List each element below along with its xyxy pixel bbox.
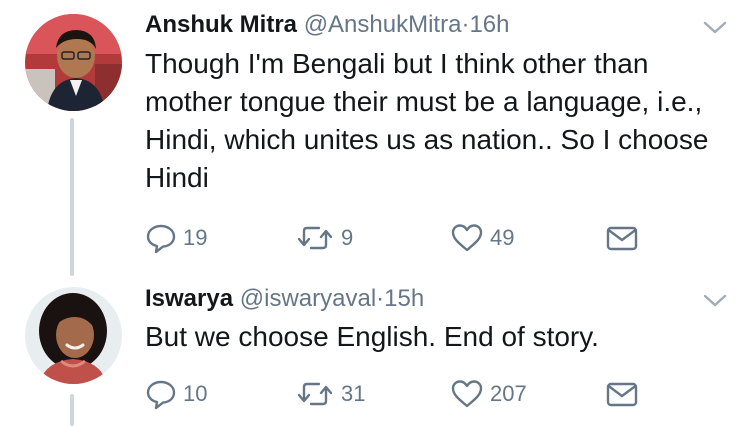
chevron-down-icon[interactable] bbox=[702, 17, 728, 37]
envelope-icon bbox=[606, 226, 638, 251]
chevron-down-icon[interactable] bbox=[702, 290, 728, 310]
reply-count: 10 bbox=[183, 381, 208, 406]
retweet-count: 9 bbox=[341, 225, 354, 250]
tweet-actions: 19 9 49 bbox=[145, 220, 665, 256]
tweet[interactable]: Anshuk Mitra @AnshukMitra·16h Though I'm… bbox=[0, 0, 750, 275]
retweet-icon bbox=[297, 226, 333, 250]
timestamp[interactable]: 15h bbox=[384, 285, 424, 312]
like-button[interactable]: 49 bbox=[450, 220, 514, 256]
tweet-actions: 10 31 207 bbox=[145, 376, 665, 412]
reply-count: 19 bbox=[183, 225, 208, 250]
user-handle[interactable]: @iswaryaval bbox=[240, 285, 376, 312]
user-handle[interactable]: @AnshukMitra bbox=[304, 11, 462, 38]
timestamp[interactable]: 16h bbox=[469, 11, 509, 38]
avatar-image bbox=[25, 14, 122, 111]
reply-button[interactable]: 19 bbox=[145, 220, 207, 256]
retweet-count: 31 bbox=[341, 381, 366, 406]
avatar[interactable] bbox=[25, 14, 122, 111]
like-count: 49 bbox=[490, 225, 515, 250]
display-name[interactable]: Iswarya bbox=[145, 285, 233, 312]
avatar[interactable] bbox=[25, 287, 122, 384]
envelope-icon bbox=[606, 382, 638, 407]
like-count: 207 bbox=[490, 381, 527, 406]
reply-icon bbox=[146, 380, 176, 410]
tweet-text: But we choose English. End of story. bbox=[145, 321, 599, 352]
tweet-header: Iswarya @iswaryaval·15h bbox=[145, 284, 424, 314]
tweet-header: Anshuk Mitra @AnshukMitra·16h bbox=[145, 10, 509, 40]
retweet-button[interactable]: 31 bbox=[295, 376, 365, 412]
heart-icon bbox=[451, 224, 483, 252]
retweet-button[interactable]: 9 bbox=[295, 220, 353, 256]
tweet-text: Though I'm Bengali but I think other tha… bbox=[145, 48, 709, 193]
like-button[interactable]: 207 bbox=[450, 376, 527, 412]
direct-message-button[interactable] bbox=[605, 220, 639, 256]
separator-dot: · bbox=[376, 285, 385, 312]
heart-icon bbox=[451, 380, 483, 408]
direct-message-button[interactable] bbox=[605, 376, 639, 412]
reply-icon bbox=[146, 224, 176, 254]
display-name[interactable]: Anshuk Mitra bbox=[145, 11, 297, 38]
reply-button[interactable]: 10 bbox=[145, 376, 207, 412]
avatar-image bbox=[25, 287, 122, 384]
tweet[interactable]: Iswarya @iswaryaval·15h But we choose En… bbox=[0, 276, 750, 426]
retweet-icon bbox=[297, 382, 333, 406]
